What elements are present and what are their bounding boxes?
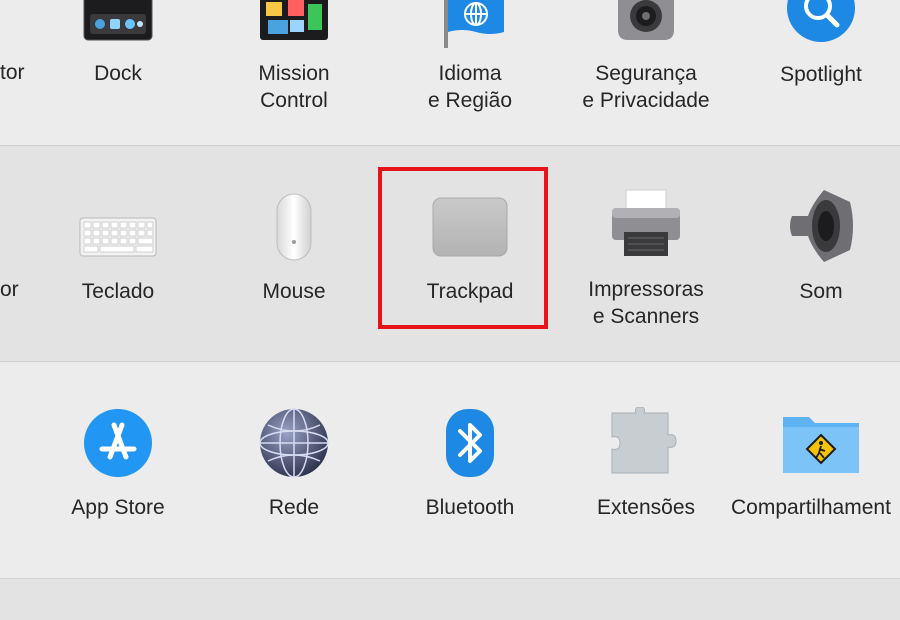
pref-label-line2: Control xyxy=(260,89,328,112)
keyboard-icon xyxy=(79,217,157,257)
pref-label-line2: e Scanners xyxy=(592,305,700,328)
magnifier-icon xyxy=(787,0,855,42)
vault-icon xyxy=(618,0,674,40)
pref-pane-app-store[interactable]: App Store xyxy=(38,365,198,565)
network-globe-icon xyxy=(259,408,329,478)
pref-pane-network[interactable]: Rede xyxy=(214,365,374,565)
pref-pane-language-region[interactable]: Idioma e Região xyxy=(390,0,550,140)
pref-pane-sharing[interactable]: Compartilhament xyxy=(731,365,900,565)
pref-pane-printers-scanners[interactable]: Impressoras e Scanners xyxy=(566,150,726,350)
pref-label: tor xyxy=(0,61,25,84)
trackpad-highlight-box xyxy=(378,167,548,329)
pref-label-line1: Mission xyxy=(258,62,330,85)
pref-pane-partial-row2[interactable]: or xyxy=(0,150,40,350)
app-store-icon xyxy=(84,409,152,477)
pref-label: Teclado xyxy=(81,280,155,303)
pref-pane-dock[interactable]: Dock xyxy=(38,0,198,140)
pref-pane-mission-control[interactable]: Mission Control xyxy=(214,0,374,140)
pref-pane-mouse[interactable]: Mouse xyxy=(214,150,374,350)
dock-icon xyxy=(83,0,153,41)
pref-pane-security-privacy[interactable]: Segurança e Privacidade xyxy=(566,0,726,140)
pref-label: Som xyxy=(799,280,843,303)
pref-pane-sound[interactable]: Som xyxy=(741,150,900,350)
pref-label: Dock xyxy=(94,62,142,85)
pref-label: Rede xyxy=(268,496,320,519)
bluetooth-icon xyxy=(446,409,494,477)
speaker-icon xyxy=(790,190,853,262)
pref-label: Compartilhament xyxy=(731,496,891,519)
pref-label: Spotlight xyxy=(780,63,862,86)
pref-pane-extensions[interactable]: Extensões xyxy=(566,365,726,565)
pref-label-line2: e Privacidade xyxy=(582,89,710,112)
mission-control-icon xyxy=(260,0,328,40)
sharing-folder-icon xyxy=(783,417,859,473)
pref-label: Mouse xyxy=(262,280,326,303)
pref-label-line2: e Região xyxy=(427,89,513,112)
printer-icon xyxy=(612,189,680,256)
preferences-row-4 xyxy=(0,579,900,620)
pref-label: Bluetooth xyxy=(425,496,515,519)
pref-label: App Store xyxy=(71,496,165,519)
pref-pane-spotlight[interactable]: Spotlight xyxy=(741,0,900,140)
pref-label-line1: Segurança xyxy=(595,62,697,85)
mouse-icon xyxy=(276,193,312,261)
flag-globe-icon xyxy=(444,0,504,48)
puzzle-piece-icon xyxy=(611,407,677,474)
pref-pane-keyboard[interactable]: Teclado xyxy=(38,150,198,350)
pref-pane-bluetooth[interactable]: Bluetooth xyxy=(390,365,550,565)
pref-label: or xyxy=(0,278,19,301)
pref-label-line1: Idioma xyxy=(438,62,502,85)
pref-label-line1: Impressoras xyxy=(588,278,704,301)
pref-pane-partial-row1[interactable]: tor xyxy=(0,0,40,140)
pref-label: Extensões xyxy=(596,496,696,519)
